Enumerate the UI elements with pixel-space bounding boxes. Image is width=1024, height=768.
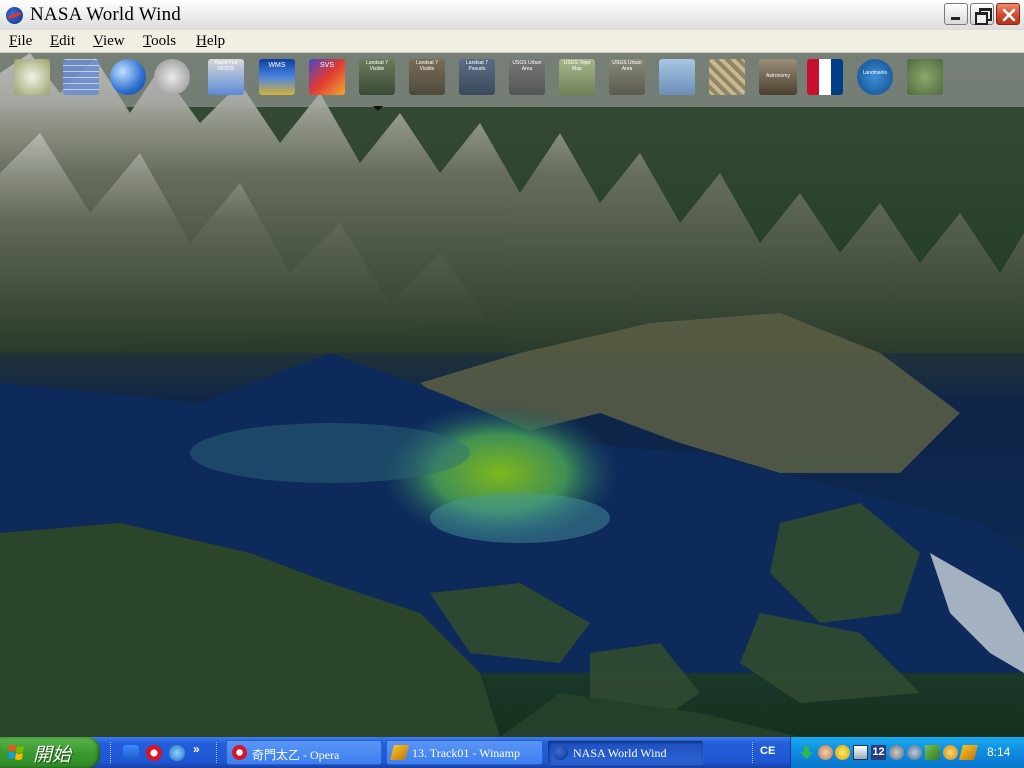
wms-browser-button[interactable]: WMS — [259, 59, 295, 95]
language-separator — [752, 742, 755, 763]
user-icon[interactable] — [818, 745, 833, 760]
internet-explorer-icon[interactable] — [169, 745, 185, 761]
quick-launch-separator — [216, 742, 219, 763]
quick-launch-separator — [110, 742, 113, 763]
close-button[interactable] — [996, 3, 1020, 25]
winamp-tray-icon[interactable] — [958, 745, 979, 760]
globe-viewport[interactable] — [0, 53, 1024, 737]
menu-help[interactable]: Help — [196, 33, 225, 50]
menu-bar: File Edit View Tools Help — [0, 30, 1024, 53]
usgs-imagery-button[interactable] — [659, 59, 695, 95]
landsat7-pseudo-button[interactable]: Landsat 7 Pseudo — [459, 59, 495, 95]
maximize-button[interactable] — [970, 3, 994, 25]
language-indicator[interactable]: CE — [760, 745, 775, 757]
opera-icon — [232, 745, 247, 760]
download-arrow-icon[interactable] — [799, 745, 814, 760]
menu-edit[interactable]: Edit — [50, 33, 75, 50]
menu-tools[interactable]: Tools — [143, 33, 176, 50]
nasa-logo-icon — [6, 7, 23, 24]
opera-quicklaunch-icon[interactable] — [146, 745, 162, 761]
antivirus-icon[interactable] — [943, 745, 958, 760]
desktop-icon[interactable] — [123, 745, 139, 761]
volume-icon[interactable] — [889, 745, 904, 760]
utility-icon[interactable] — [925, 745, 940, 760]
active-layer-indicator-icon — [373, 106, 383, 111]
layer-toolbar: Rapid Fire MODIS WMS SVS Landsat 7 Visib… — [0, 53, 1024, 111]
minimize-button[interactable] — [944, 3, 968, 25]
globe-button[interactable] — [110, 59, 146, 95]
menu-file[interactable]: File — [9, 33, 32, 50]
title-bar[interactable]: NASA World Wind — [0, 0, 1024, 31]
boundaries-button[interactable] — [907, 59, 943, 95]
task-opera[interactable]: 奇門太乙 - Opera — [226, 740, 382, 765]
landsat7-visible-2-button[interactable]: Landsat 7 Visible — [409, 59, 445, 95]
landmarks-button[interactable]: Landmarks — [857, 59, 893, 95]
usgs-topo-map-button[interactable]: USGS Topo Map — [559, 59, 595, 95]
window-title: NASA World Wind — [30, 4, 181, 25]
security-icon[interactable] — [907, 745, 922, 760]
lat-lon-grid-button[interactable] — [63, 59, 99, 95]
landsat7-visible-button[interactable]: Landsat 7 Visible — [359, 59, 395, 95]
task-world-wind[interactable]: NASA World Wind — [547, 740, 704, 765]
usgs-urban-area-button[interactable]: USGS Urban Area — [509, 59, 545, 95]
terrain-render — [0, 53, 1024, 737]
task-winamp[interactable]: 13. Track01 - Winamp — [386, 740, 543, 765]
windows-logo-icon — [8, 745, 24, 760]
winamp-icon — [389, 745, 410, 760]
messenger-icon[interactable] — [835, 745, 850, 760]
quick-launch-expand-icon[interactable]: » — [193, 742, 209, 758]
close-icon — [1002, 8, 1016, 22]
svs-button[interactable]: SVS — [309, 59, 345, 95]
taskbar: 開始 » 奇門太乙 - Opera 13. Track01 - Winamp N… — [0, 737, 1024, 768]
country-flags-button[interactable] — [807, 59, 843, 95]
usgs-grid-button[interactable] — [709, 59, 745, 95]
star-compass-button[interactable] — [14, 59, 50, 95]
usgs-urban-area-2-button[interactable]: USGS Urban Area — [609, 59, 645, 95]
rapid-fire-modis-button[interactable]: Rapid Fire MODIS — [208, 59, 244, 95]
place-finder-button[interactable] — [154, 59, 190, 95]
nasa-logo-icon — [553, 745, 568, 760]
clock[interactable]: 8:14 — [987, 745, 1010, 759]
calendar-icon[interactable]: 12 — [871, 745, 886, 760]
astronomy-button[interactable]: Astronomy — [759, 59, 797, 95]
menu-view[interactable]: View — [93, 33, 125, 50]
network-icon[interactable] — [853, 745, 868, 760]
system-tray: 12 8:14 — [790, 737, 1024, 768]
start-button[interactable]: 開始 — [0, 737, 100, 768]
start-label: 開始 — [33, 745, 72, 766]
